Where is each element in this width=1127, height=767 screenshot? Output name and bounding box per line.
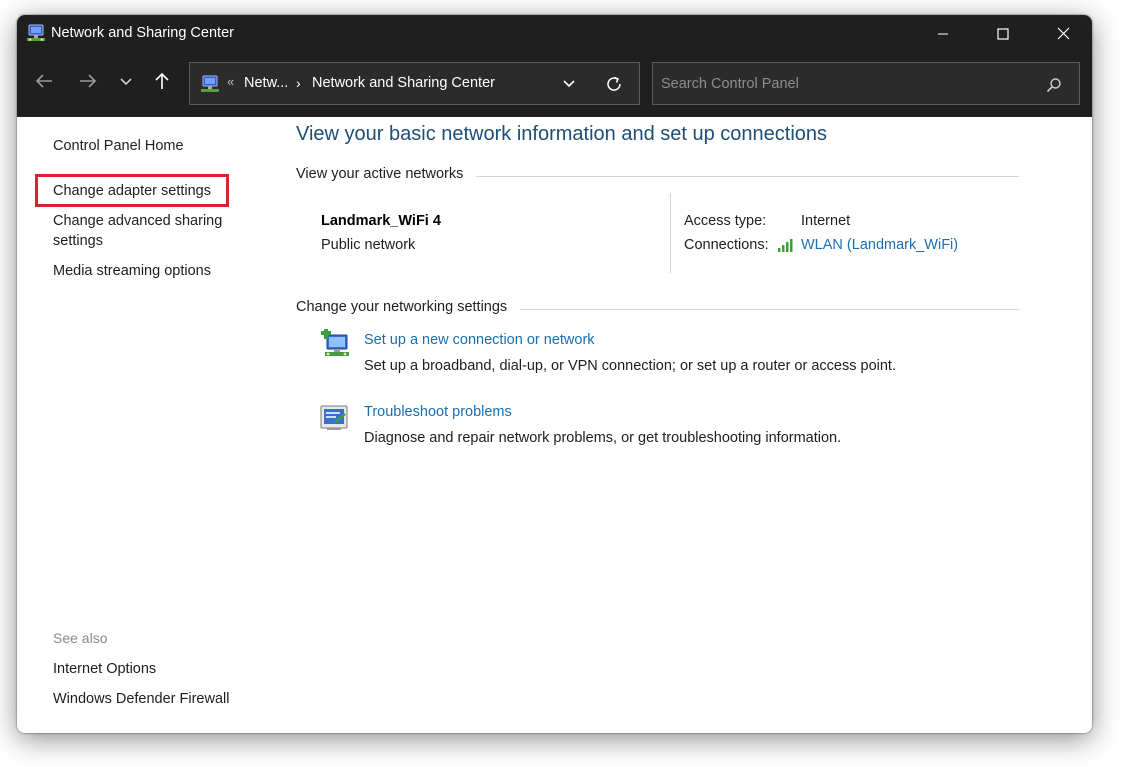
connections-label: Connections: [684, 237, 769, 253]
active-networks-label: View your active networks [296, 166, 464, 182]
address-dropdown-button[interactable] [557, 74, 581, 94]
new-connection-icon[interactable] [319, 329, 351, 361]
search-box[interactable] [652, 62, 1080, 105]
network-center-icon [200, 74, 220, 94]
troubleshoot-problems-description: Diagnose and repair network problems, or… [364, 430, 842, 446]
setup-new-connection-description: Set up a broadband, dial-up, or VPN conn… [364, 358, 896, 374]
network-type: Public network [321, 237, 416, 253]
troubleshoot-problems-link[interactable]: Troubleshoot problems [364, 404, 512, 420]
title-bar[interactable]: Network and Sharing Center [17, 15, 1092, 52]
network-center-icon [26, 23, 46, 43]
breadcrumb-chevron[interactable]: › [296, 75, 301, 91]
wifi-signal-icon [777, 237, 797, 253]
search-input[interactable] [661, 71, 1031, 97]
maximize-button[interactable] [974, 15, 1032, 52]
windows-defender-firewall-link[interactable]: Windows Defender Firewall [53, 689, 229, 709]
chevron-down-icon [119, 74, 133, 92]
network-name: Landmark_WiFi 4 [321, 213, 441, 229]
control-panel-home-link[interactable]: Control Panel Home [53, 136, 184, 156]
media-streaming-options-link[interactable]: Media streaming options [53, 261, 211, 281]
section-divider [476, 176, 1019, 177]
setup-new-connection-link[interactable]: Set up a new connection or network [364, 332, 595, 348]
network-info-divider [670, 193, 671, 273]
minimize-icon [937, 28, 949, 40]
navigation-bar: « Netw... › Network and Sharing Center [17, 52, 1092, 117]
wlan-connection-link[interactable]: WLAN (Landmark_WiFi) [801, 237, 958, 253]
refresh-button[interactable] [602, 73, 626, 95]
chevron-down-icon [563, 80, 575, 88]
close-icon [1057, 27, 1070, 40]
internet-options-link[interactable]: Internet Options [53, 659, 156, 679]
content-area: Control Panel Home Change adapter settin… [17, 117, 1092, 733]
access-type-value: Internet [801, 213, 851, 229]
arrow-left-icon [35, 73, 53, 94]
networking-settings-label: Change your networking settings [296, 299, 508, 315]
back-button[interactable] [28, 66, 60, 100]
network-sharing-center-window: Network and Sharing Center « Netw... › N… [17, 15, 1092, 733]
recent-locations-button[interactable] [110, 66, 142, 100]
arrow-right-icon [79, 73, 97, 94]
minimize-button[interactable] [914, 15, 972, 52]
change-advanced-sharing-link-line2[interactable]: settings [53, 231, 103, 251]
window-title: Network and Sharing Center [51, 25, 234, 41]
page-title: View your basic network information and … [296, 123, 828, 145]
search-icon[interactable] [1043, 74, 1065, 96]
address-bar[interactable]: « Netw... › Network and Sharing Center [189, 62, 640, 105]
troubleshoot-icon[interactable] [319, 402, 351, 434]
close-button[interactable] [1034, 15, 1092, 52]
up-button[interactable] [146, 66, 178, 100]
address-overflow-separator[interactable]: « [227, 74, 234, 89]
access-type-label: Access type: [684, 213, 767, 229]
arrow-up-icon [154, 72, 170, 95]
breadcrumb-network[interactable]: Netw... [244, 75, 288, 91]
change-advanced-sharing-link[interactable]: Change advanced sharing [53, 211, 222, 231]
change-adapter-settings-link[interactable]: Change adapter settings [53, 181, 211, 201]
forward-button[interactable] [72, 66, 104, 100]
maximize-icon [997, 27, 1009, 40]
refresh-icon [607, 76, 621, 91]
see-also-heading: See also [53, 630, 108, 646]
section-divider [520, 309, 1019, 310]
breadcrumb-network-sharing-center[interactable]: Network and Sharing Center [312, 75, 495, 91]
